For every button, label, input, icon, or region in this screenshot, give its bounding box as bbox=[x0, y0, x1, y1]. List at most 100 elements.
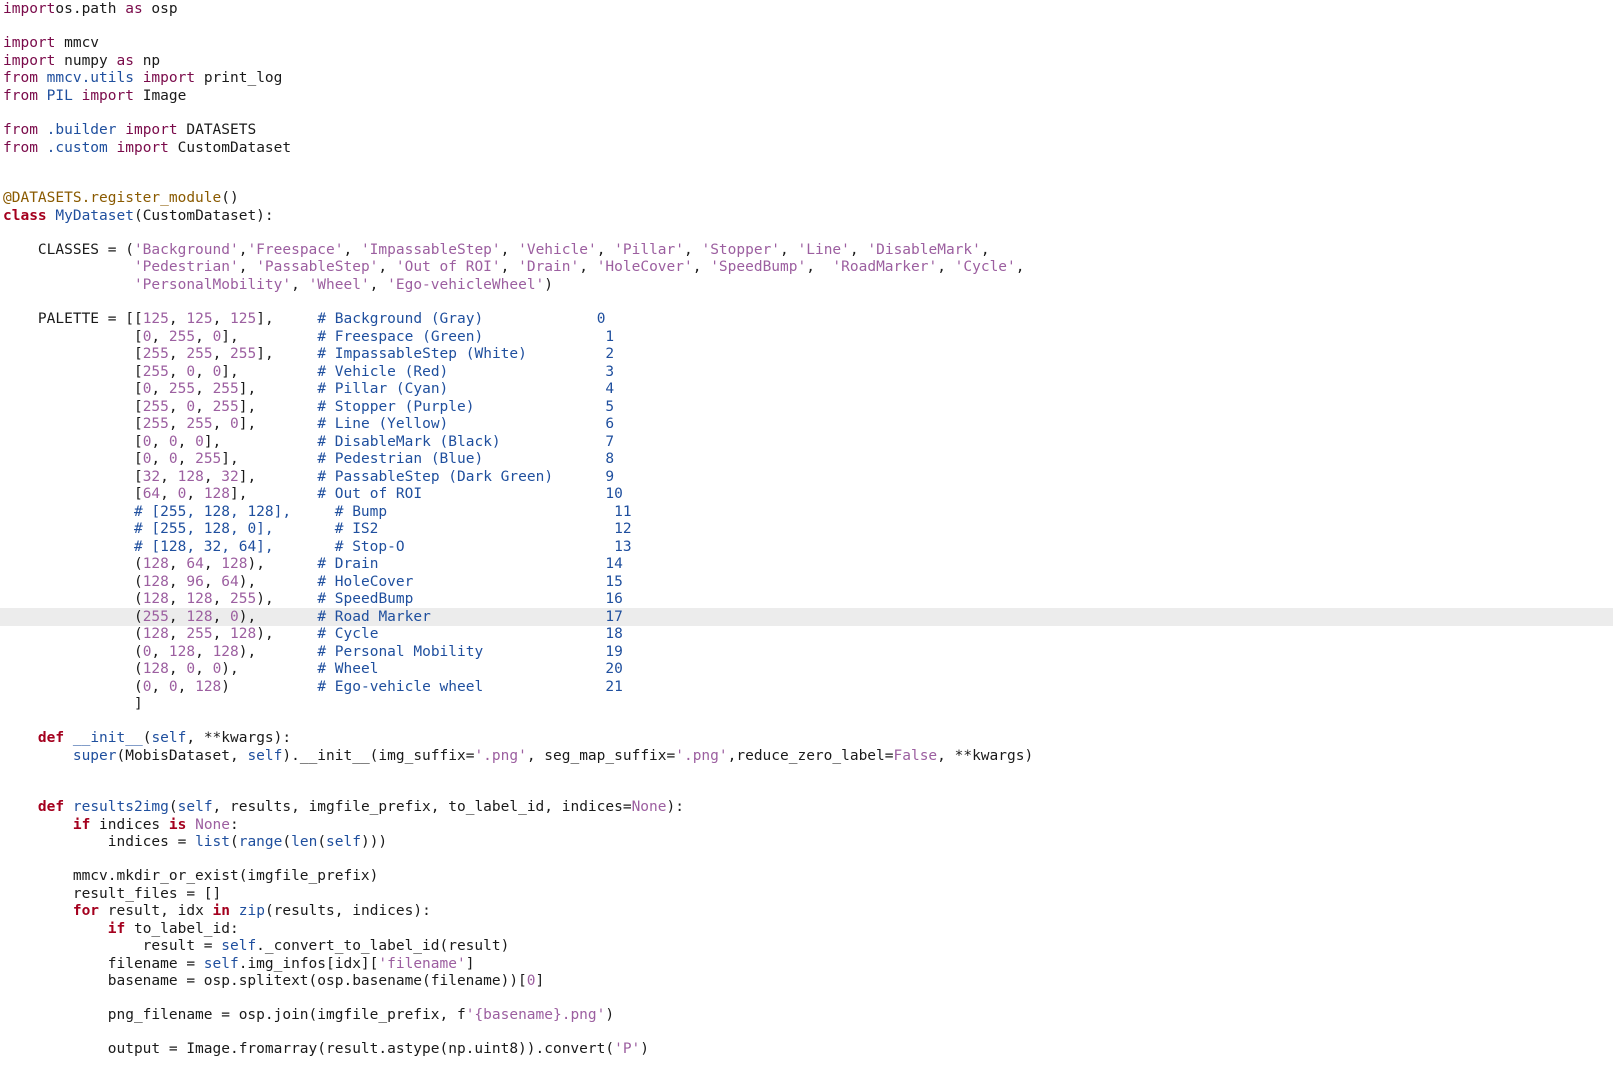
code-token: , bbox=[195, 381, 213, 397]
code-token: ( bbox=[3, 574, 143, 590]
code-token: , bbox=[151, 644, 169, 660]
code-token: [ bbox=[3, 451, 143, 467]
code-line: indices = list(range(len(self))) bbox=[3, 833, 387, 851]
code-token: , bbox=[579, 259, 597, 275]
code-token: result_files = [] bbox=[3, 886, 222, 902]
code-token: 128 bbox=[168, 644, 196, 660]
code-token: MyDataset bbox=[55, 208, 134, 224]
code-token: , bbox=[177, 451, 196, 467]
code-token: , bbox=[168, 416, 187, 432]
code-token: , bbox=[596, 242, 615, 258]
code-token: Image bbox=[133, 88, 187, 104]
code-token: PIL bbox=[46, 88, 73, 104]
code-token: ( bbox=[3, 626, 143, 642]
code-token: 'HoleCover' bbox=[596, 259, 693, 275]
code-token: , bbox=[195, 644, 213, 660]
code-token: , bbox=[160, 469, 178, 485]
code-line: # [255, 128, 128], # Bump 11 bbox=[3, 503, 632, 521]
code-line: # [128, 32, 64], # Stop-O 13 bbox=[3, 538, 632, 556]
code-token: '{basename}.png' bbox=[465, 1007, 606, 1023]
code-token: [ bbox=[3, 486, 143, 502]
code-token: ,reduce_zero_label= bbox=[727, 748, 894, 764]
code-line: from .builder import DATASETS bbox=[3, 121, 256, 139]
code-token: # DisableMark (Black) 7 bbox=[317, 434, 615, 450]
code-token: # Pillar (Cyan) 4 bbox=[317, 381, 615, 397]
code-line: [64, 0, 128], # Out of ROI 10 bbox=[3, 485, 623, 503]
code-token: self bbox=[326, 834, 361, 850]
code-token: 0 bbox=[186, 364, 196, 380]
code-token: 'Stopper' bbox=[701, 242, 781, 258]
code-token: # Vehicle (Red) 3 bbox=[317, 364, 615, 380]
code-token: .img_infos[idx][ bbox=[238, 956, 379, 972]
code-line: super(MobisDataset, self).__init__(img_s… bbox=[3, 747, 1033, 765]
code-token: results2img bbox=[72, 799, 169, 815]
code-line: (128, 255, 128), # Cycle 18 bbox=[3, 625, 623, 643]
code-token: CustomDataset bbox=[168, 140, 292, 156]
code-token: 0 bbox=[168, 434, 178, 450]
code-token: 128 bbox=[221, 556, 248, 572]
code-token: , bbox=[343, 242, 361, 258]
code-line: (0, 0, 128) # Ego-vehicle wheel 21 bbox=[3, 678, 623, 696]
code-token: ): bbox=[666, 799, 684, 815]
code-line: for result, idx in zip(results, indices)… bbox=[3, 902, 431, 920]
code-token: 'PersonalMobility' bbox=[133, 277, 292, 293]
code-token: 128 bbox=[142, 591, 169, 607]
code-token: 128 bbox=[142, 556, 169, 572]
code-token: ], bbox=[238, 399, 318, 415]
code-token: ( bbox=[3, 644, 143, 660]
code-token: 128 bbox=[203, 486, 231, 502]
code-token: ), bbox=[256, 626, 318, 642]
code-token: import bbox=[81, 88, 134, 104]
code-token: ] bbox=[465, 956, 475, 972]
code-line: class MyDataset(CustomDataset): bbox=[3, 207, 274, 225]
code-token: 128 bbox=[142, 661, 169, 677]
code-token: , bbox=[780, 242, 798, 258]
code-token: ( bbox=[3, 661, 143, 677]
code-line: CLASSES = ('Background','Freespace', 'Im… bbox=[3, 241, 990, 259]
code-token: if bbox=[72, 817, 91, 833]
code-token: # Line (Yellow) 6 bbox=[317, 416, 615, 432]
code-editor[interactable]: importos.path as osp import mmcv import nu… bbox=[0, 0, 1613, 1090]
code-token: .builder bbox=[46, 122, 117, 138]
code-token: ], bbox=[256, 346, 318, 362]
code-token: as bbox=[125, 1, 143, 17]
code-token: self bbox=[247, 748, 283, 764]
code-line: png_filename = osp.join(imgfile_prefix, … bbox=[3, 1006, 614, 1024]
code-token: def bbox=[37, 730, 65, 746]
code-token: , bbox=[195, 661, 213, 677]
code-token: zip bbox=[238, 903, 265, 919]
code-token: '.png' bbox=[675, 748, 728, 764]
code-token: ( bbox=[229, 834, 239, 850]
code-token: 255 bbox=[195, 451, 222, 467]
code-token: ) bbox=[544, 277, 554, 293]
code-token: , bbox=[369, 277, 388, 293]
code-token: ( bbox=[168, 799, 178, 815]
code-token: (results, indices): bbox=[264, 903, 431, 919]
code-token: 'P' bbox=[614, 1041, 641, 1057]
code-token: # ImpassableStep (White) 2 bbox=[317, 346, 615, 362]
code-token: import bbox=[3, 1, 56, 17]
code-token: , bbox=[212, 609, 231, 625]
code-token: 64 bbox=[186, 556, 204, 572]
code-token: , bbox=[168, 556, 187, 572]
code-token: 255 bbox=[142, 399, 169, 415]
code-token: def bbox=[37, 799, 65, 815]
code-token: [ bbox=[3, 364, 143, 380]
code-token: [ bbox=[3, 381, 143, 397]
code-token: 64 bbox=[221, 574, 239, 590]
code-token: indices bbox=[90, 817, 169, 833]
code-token: 255 bbox=[168, 329, 196, 345]
code-token: ], bbox=[203, 434, 318, 450]
code-line: from mmcv.utils import print_log bbox=[3, 69, 282, 87]
code-token: ), bbox=[221, 661, 318, 677]
code-token: DATASETS bbox=[177, 122, 257, 138]
code-token: , bbox=[212, 626, 231, 642]
code-line: (128, 64, 128), # Drain 14 bbox=[3, 555, 623, 573]
